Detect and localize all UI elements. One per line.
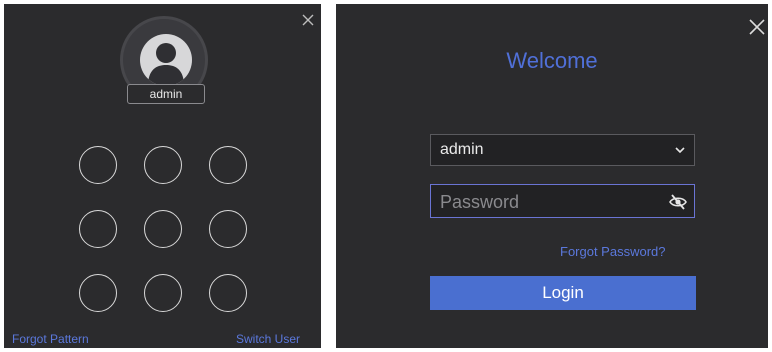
login-button[interactable]: Login [430, 276, 696, 310]
user-avatar-icon [140, 34, 192, 86]
forgot-password-link[interactable]: Forgot Password? [560, 244, 666, 259]
username-select[interactable]: admin [430, 134, 695, 166]
username-select-value: admin [440, 141, 484, 158]
pattern-dot[interactable] [79, 146, 117, 184]
switch-user-link[interactable]: Switch User [236, 332, 300, 346]
chevron-down-icon [675, 147, 685, 154]
eye-off-icon[interactable] [668, 193, 688, 211]
pattern-dot[interactable] [144, 146, 182, 184]
pattern-dot[interactable] [144, 210, 182, 248]
password-input[interactable] [431, 185, 668, 219]
login-panel: Welcome admin Forgot Password? Login [336, 4, 768, 348]
password-field[interactable] [430, 184, 695, 219]
pattern-dot[interactable] [144, 274, 182, 312]
pattern-dot[interactable] [79, 210, 117, 248]
forgot-pattern-link[interactable]: Forgot Pattern [12, 332, 89, 346]
pattern-unlock-panel: admin Forgot Pattern Switch User [4, 4, 321, 348]
pattern-dot[interactable] [209, 274, 247, 312]
close-icon[interactable] [748, 18, 766, 36]
pattern-dot[interactable] [79, 274, 117, 312]
pattern-dot[interactable] [209, 146, 247, 184]
close-icon[interactable] [300, 12, 316, 28]
welcome-title: Welcome [506, 48, 598, 73]
current-user-label: admin [127, 84, 205, 104]
pattern-dot[interactable] [209, 210, 247, 248]
